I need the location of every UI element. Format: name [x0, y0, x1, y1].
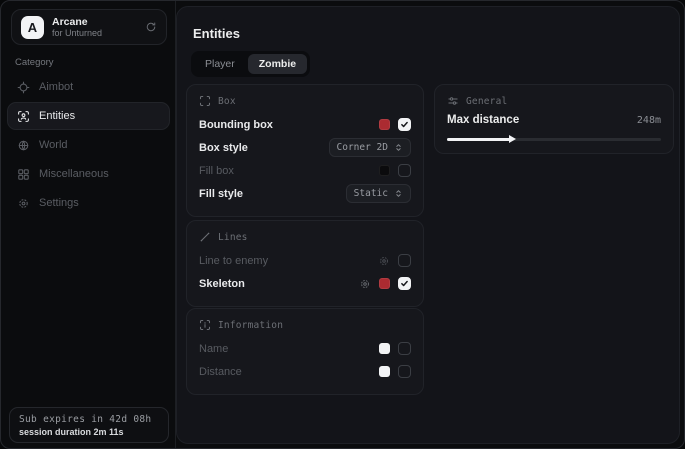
globe-icon [17, 139, 30, 152]
subscription-expiry: Sub expires in 42d 08h [19, 414, 159, 425]
bounding-box-checkbox[interactable] [398, 118, 411, 131]
max-distance-value: 248m [637, 115, 661, 126]
line-to-enemy-checkbox[interactable] [398, 254, 411, 267]
main-panel: Entities Player Zombie Box Bounding box [176, 6, 680, 444]
color-swatch[interactable] [379, 366, 390, 377]
entity-tabs: Player Zombie [191, 51, 310, 77]
setting-row-box-style: Box style Corner 2D [199, 137, 411, 158]
gear-icon [17, 197, 30, 210]
line-icon [199, 231, 211, 243]
slider-thumb[interactable] [509, 135, 516, 143]
box-style-select[interactable]: Corner 2D [329, 138, 411, 157]
box-card: Box Bounding box Box style Corner 2D [186, 84, 424, 217]
gear-icon[interactable] [378, 255, 390, 267]
setting-row-fill-style: Fill style Static [199, 183, 411, 204]
color-swatch[interactable] [379, 343, 390, 354]
session-duration: session duration 2m 11s [19, 427, 159, 437]
grid-icon [17, 168, 30, 181]
distance-checkbox[interactable] [398, 365, 411, 378]
sidebar-item-miscellaneous[interactable]: Miscellaneous [7, 160, 170, 188]
slider-fill [447, 138, 511, 141]
sidebar-item-label: Entities [39, 110, 75, 122]
setting-row-name: Name [199, 338, 411, 359]
setting-row-skeleton: Skeleton [199, 273, 411, 294]
chevron-updown-icon [394, 143, 403, 152]
sidebar-nav: Aimbot Entities World [7, 73, 170, 217]
card-title: Box [218, 96, 236, 107]
fill-style-select[interactable]: Static [346, 184, 411, 203]
sidebar-item-label: Settings [39, 197, 79, 209]
gear-icon[interactable] [359, 278, 371, 290]
fill-box-checkbox[interactable] [398, 164, 411, 177]
app-name: Arcane [52, 16, 137, 28]
refresh-icon[interactable] [145, 21, 157, 33]
app-subtitle: for Unturned [52, 28, 137, 38]
tab-player[interactable]: Player [194, 54, 246, 74]
setting-label: Bounding box [199, 119, 273, 131]
color-swatch[interactable] [379, 278, 390, 289]
crosshair-icon [17, 81, 30, 94]
setting-row-fill-box: Fill box [199, 160, 411, 181]
info-scan-icon [199, 319, 211, 331]
setting-label: Max distance [447, 114, 519, 126]
color-swatch[interactable] [379, 165, 390, 176]
box-corners-icon [199, 95, 211, 107]
sidebar-item-label: Miscellaneous [39, 168, 109, 180]
lines-card: Lines Line to enemy Skeleton [186, 220, 424, 307]
sidebar-item-aimbot[interactable]: Aimbot [7, 73, 170, 101]
color-swatch[interactable] [379, 119, 390, 130]
card-title: General [466, 96, 507, 107]
sidebar-item-world[interactable]: World [7, 131, 170, 159]
setting-row-bounding-box: Bounding box [199, 114, 411, 135]
skeleton-checkbox[interactable] [398, 277, 411, 290]
name-checkbox[interactable] [398, 342, 411, 355]
category-label: Category [15, 57, 54, 68]
sidebar-item-label: World [39, 139, 68, 151]
max-distance-slider[interactable] [447, 135, 661, 143]
select-value: Static [354, 188, 388, 199]
subscription-card: Sub expires in 42d 08h session duration … [9, 407, 169, 443]
sliders-icon [447, 95, 459, 107]
select-value: Corner 2D [337, 142, 388, 153]
app-window: A Arcane for Unturned Category Aimbot [0, 0, 685, 449]
setting-row-max-distance: Max distance 248m [447, 114, 661, 126]
setting-label: Line to enemy [199, 255, 268, 267]
sidebar-item-entities[interactable]: Entities [7, 102, 170, 130]
setting-row-distance: Distance [199, 361, 411, 382]
brand-card: A Arcane for Unturned [11, 9, 167, 45]
app-logo: A [21, 16, 44, 39]
card-title: Information [218, 320, 283, 331]
tab-zombie[interactable]: Zombie [248, 54, 307, 74]
setting-label: Skeleton [199, 278, 245, 290]
sidebar-item-label: Aimbot [39, 81, 73, 93]
setting-label: Box style [199, 142, 248, 154]
information-card: Information Name Distance [186, 308, 424, 395]
setting-label: Fill style [199, 188, 243, 200]
sidebar-item-settings[interactable]: Settings [7, 189, 170, 217]
chevron-updown-icon [394, 189, 403, 198]
setting-label: Name [199, 343, 228, 355]
setting-row-line-to-enemy: Line to enemy [199, 250, 411, 271]
general-card: General Max distance 248m [434, 84, 674, 154]
page-title: Entities [193, 26, 240, 41]
entity-scan-icon [17, 110, 30, 123]
setting-label: Distance [199, 366, 242, 378]
card-title: Lines [218, 232, 248, 243]
setting-label: Fill box [199, 165, 234, 177]
sidebar: A Arcane for Unturned Category Aimbot [1, 1, 176, 448]
